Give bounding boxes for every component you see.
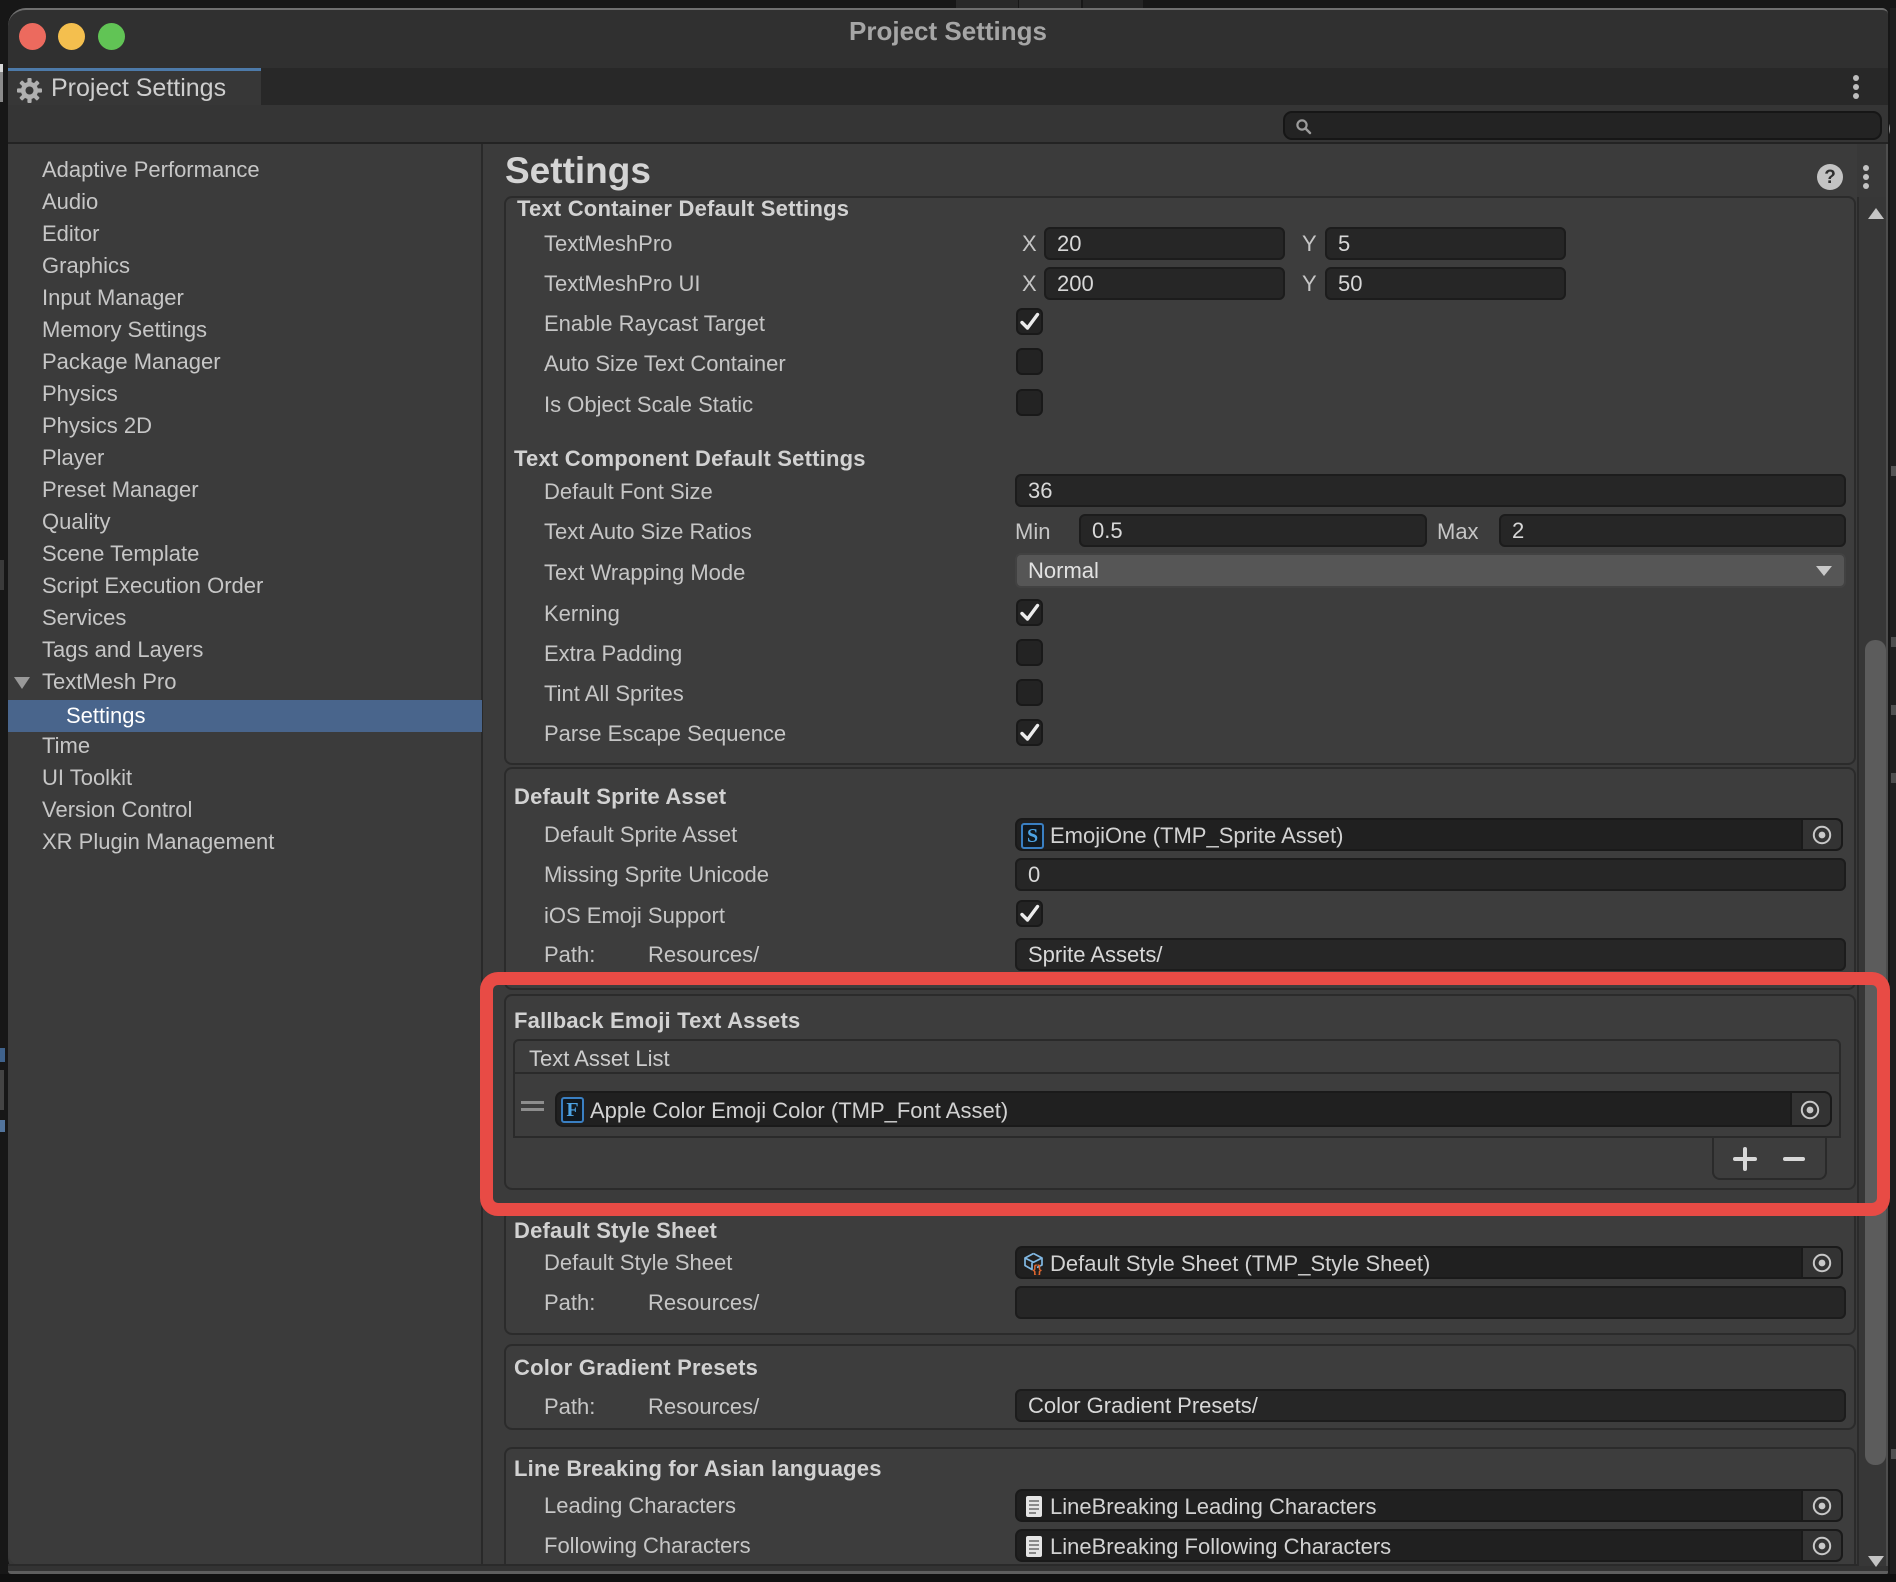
svg-text:{}: {} [1033,1263,1043,1276]
